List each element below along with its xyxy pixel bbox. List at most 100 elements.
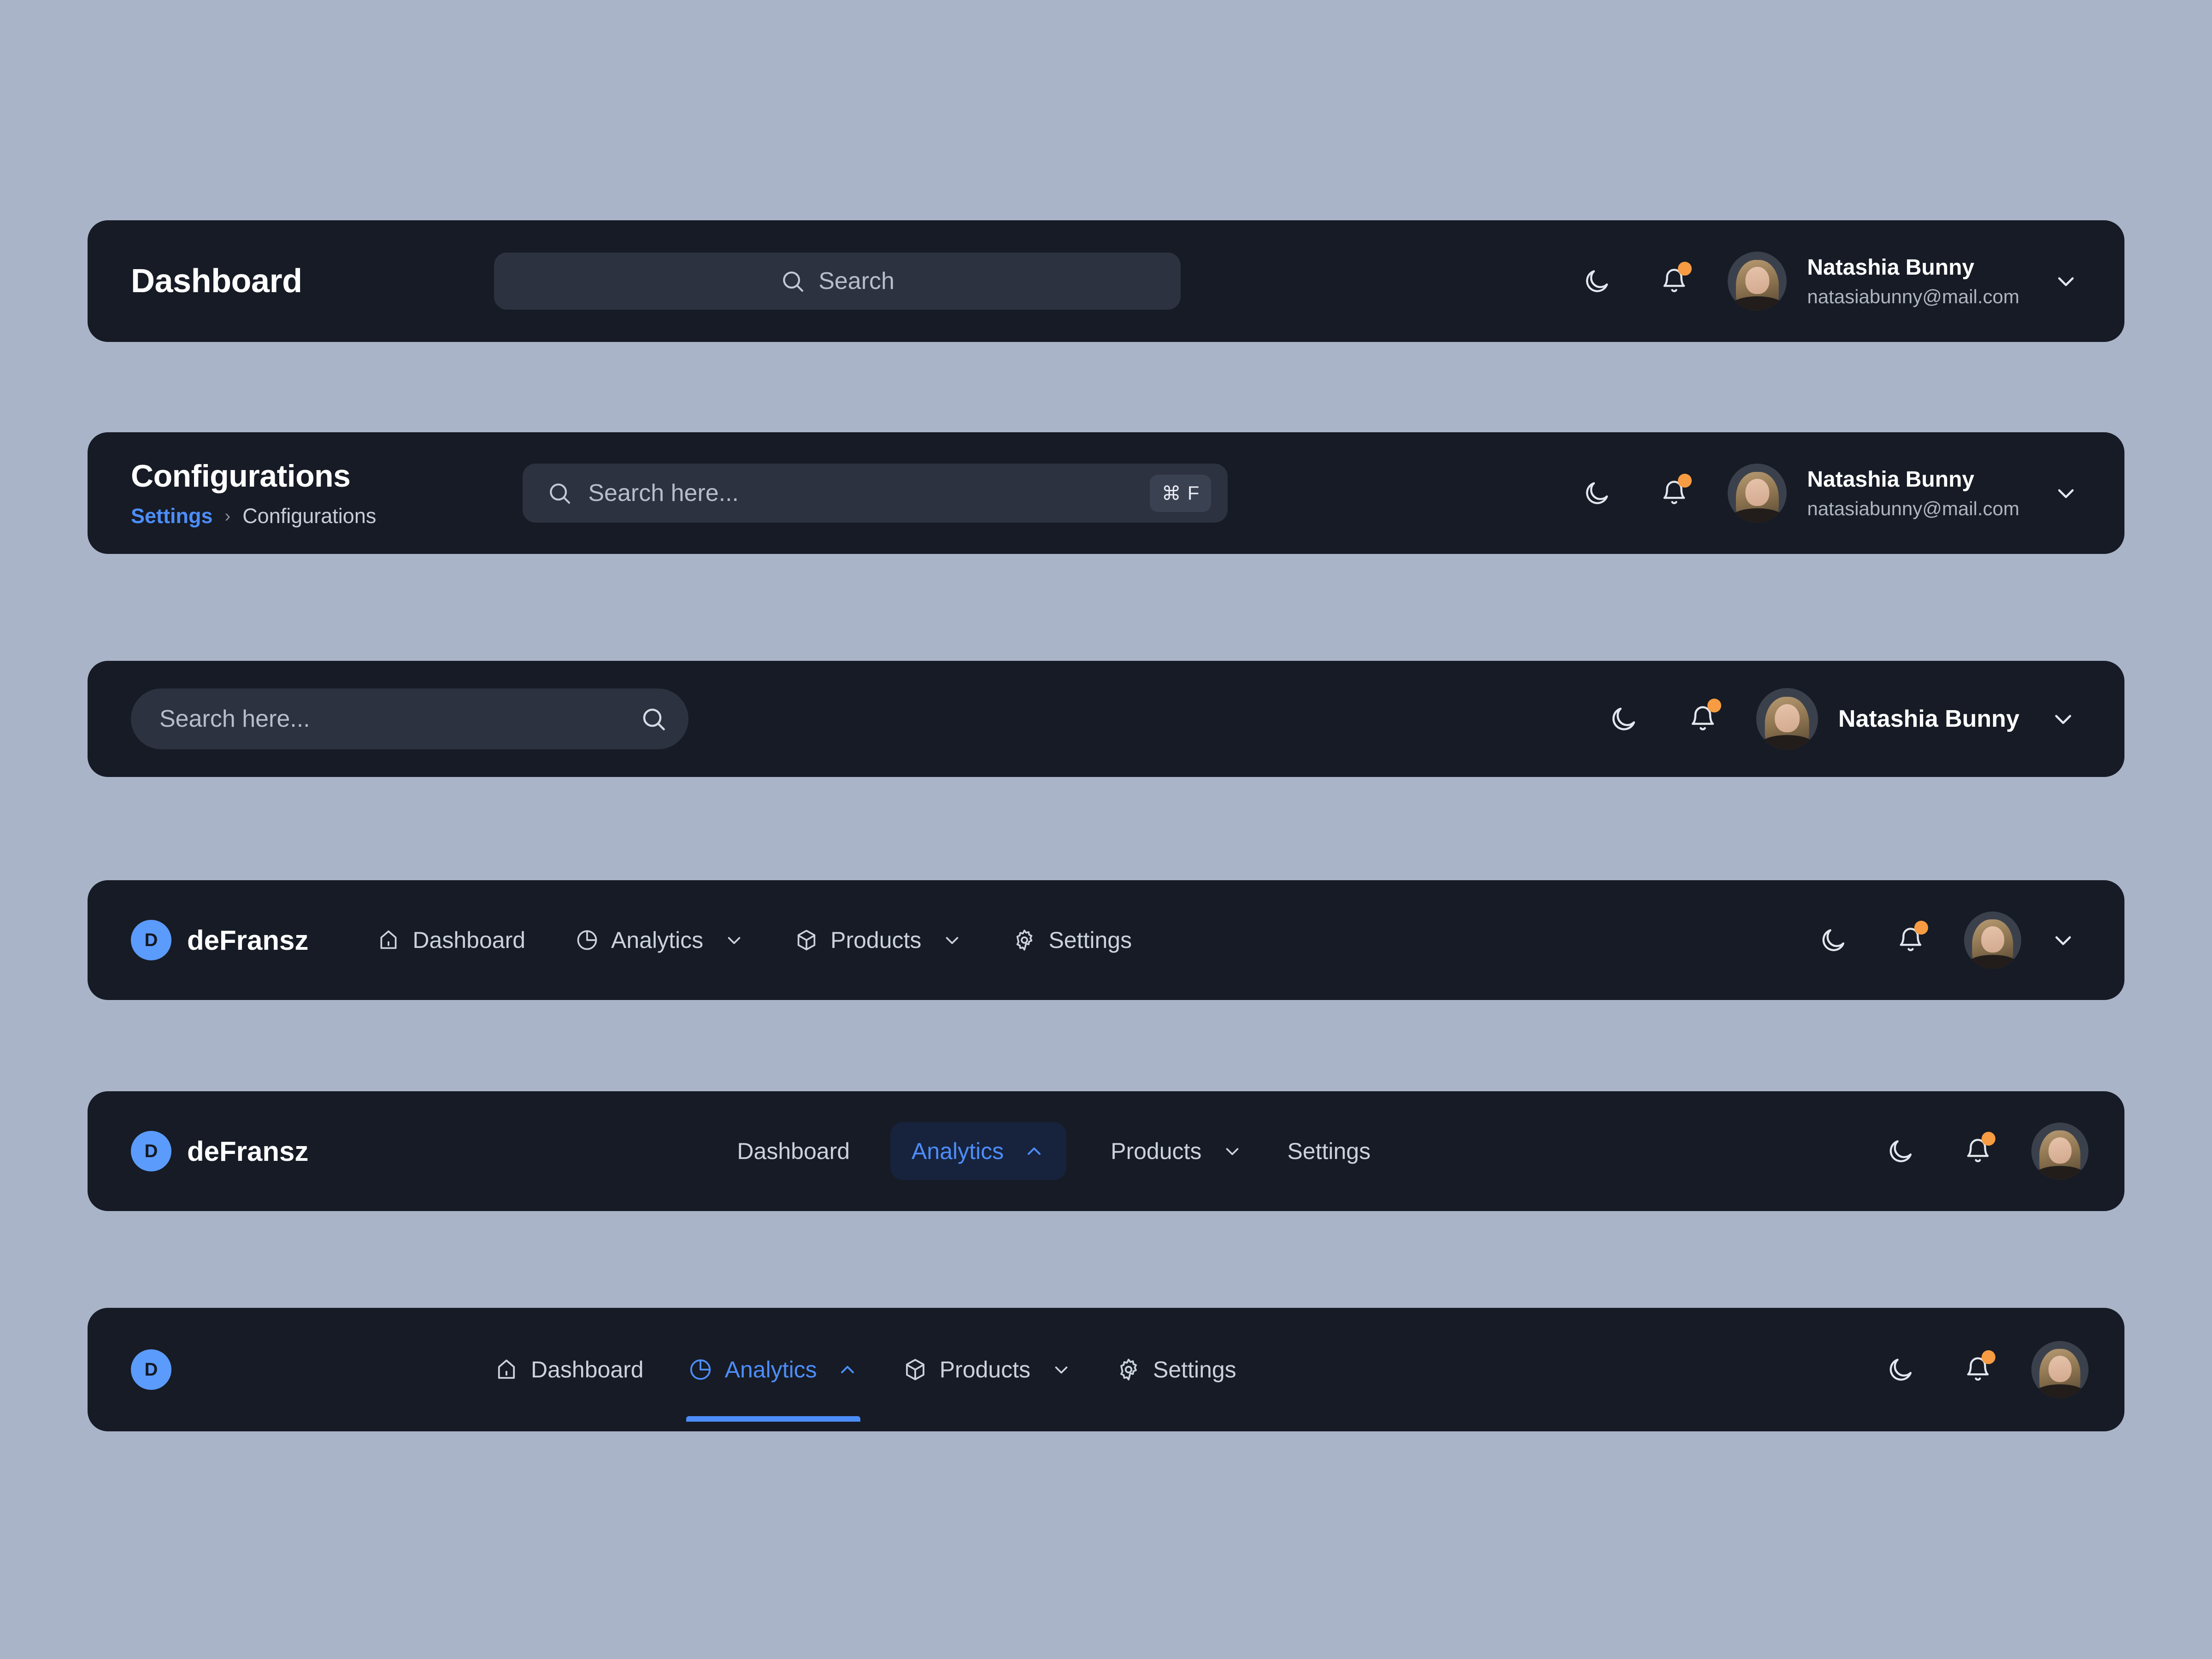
breadcrumb-current: Configurations: [242, 504, 377, 528]
user-name: Natashia Bunny: [1807, 467, 1975, 492]
nav-item-label: Dashboard: [412, 927, 526, 953]
avatar[interactable]: [1964, 912, 2021, 969]
avatar[interactable]: [1728, 464, 1787, 523]
main-menu: Dashboard Analytics Products Settings: [494, 1356, 1236, 1422]
page-title: Configurations: [131, 459, 351, 494]
home-icon: [377, 928, 400, 952]
dark-mode-toggle[interactable]: [1596, 691, 1651, 747]
gear-icon: [1116, 1357, 1141, 1382]
notifications-button[interactable]: [1675, 691, 1730, 747]
nav-item-dashboard[interactable]: Dashboard: [494, 1356, 644, 1383]
navbar-configurations: Configurations Settings › Configurations…: [88, 432, 2124, 554]
dark-mode-toggle[interactable]: [1569, 465, 1624, 521]
user-info: Natashia Bunny natasiabunny@mail.com: [1807, 467, 2019, 520]
search-input[interactable]: Search here...: [131, 688, 688, 749]
avatar[interactable]: [2031, 1341, 2088, 1398]
brand-logo-icon: D: [131, 1349, 171, 1390]
user-menu-chevron[interactable]: [2041, 256, 2091, 306]
user-info: Natashia Bunny natasiabunny@mail.com: [1807, 255, 2019, 308]
notifications-button[interactable]: [1647, 253, 1702, 309]
chevron-down-icon: [1222, 1141, 1243, 1162]
pie-chart-icon: [575, 928, 599, 952]
search-icon: [547, 480, 572, 506]
brand-name: deFransz: [187, 924, 309, 956]
user-name: Natashia Bunny: [1807, 255, 1975, 280]
nav-item-dashboard[interactable]: Dashboard: [377, 927, 525, 953]
notifications-button[interactable]: [1647, 465, 1702, 521]
nav-item-analytics[interactable]: Analytics: [890, 1122, 1067, 1180]
navbar-centered-pill: D deFransz Dashboard Analytics Products: [88, 1091, 2124, 1211]
chevron-up-icon: [1023, 1140, 1045, 1162]
brand[interactable]: D: [131, 1349, 171, 1390]
dark-mode-toggle[interactable]: [1873, 1342, 1928, 1397]
chevron-up-icon: [836, 1359, 859, 1381]
brand[interactable]: D deFransz: [131, 1131, 308, 1171]
nav-item-label: Analytics: [724, 1357, 817, 1382]
page-title: Dashboard: [131, 263, 302, 300]
search-placeholder: Search here...: [588, 480, 739, 506]
shortcut-key: F: [1187, 482, 1200, 504]
search-icon[interactable]: [640, 705, 667, 733]
cube-icon: [794, 928, 818, 952]
nav-item-label: Settings: [1153, 1357, 1236, 1382]
notification-badge: [1982, 1132, 1995, 1146]
avatar[interactable]: [1728, 252, 1787, 311]
notification-badge: [1678, 262, 1692, 276]
user-menu-chevron[interactable]: [2041, 468, 2091, 518]
avatar[interactable]: [1756, 688, 1818, 750]
chevron-down-icon: [1051, 1359, 1072, 1380]
nav-item-settings[interactable]: Settings: [1116, 1356, 1236, 1383]
brand[interactable]: D deFransz: [131, 920, 308, 960]
nav-item-label: Analytics: [912, 1138, 1004, 1164]
shortcut-modifier: ⌘: [1161, 482, 1181, 504]
dark-mode-toggle[interactable]: [1569, 253, 1624, 309]
notification-badge: [1982, 1350, 1995, 1364]
user-email: natasiabunny@mail.com: [1807, 285, 2019, 307]
notification-badge: [1914, 921, 1928, 935]
nav-item-products[interactable]: Products: [903, 1356, 1072, 1383]
chevron-down-icon: [941, 930, 963, 951]
search-placeholder: Search: [818, 268, 894, 294]
nav-item-dashboard[interactable]: Dashboard: [737, 1138, 850, 1165]
nav-item-analytics[interactable]: Analytics: [686, 1356, 860, 1422]
notification-badge: [1707, 699, 1722, 712]
navbar-actions: [1873, 1341, 2088, 1398]
nav-item-label: Settings: [1287, 1138, 1371, 1164]
nav-item-label: Products: [830, 927, 922, 953]
navbar-search-left: Search here... Natashia Bunny: [88, 661, 2124, 777]
pie-chart-icon: [688, 1357, 713, 1382]
main-menu: Dashboard Analytics Products Settings: [737, 1122, 1371, 1180]
nav-item-label: Dashboard: [737, 1138, 850, 1164]
nav-item-label: Analytics: [611, 927, 704, 953]
navbar-brand-menu: D deFransz Dashboard Analytics Products …: [88, 880, 2124, 1000]
notifications-button[interactable]: [1950, 1124, 2006, 1179]
user-menu-chevron[interactable]: [2038, 694, 2088, 744]
nav-item-label: Products: [1111, 1138, 1202, 1164]
main-menu: Dashboard Analytics Products Settings: [377, 927, 1132, 953]
navbar-dashboard: Dashboard Search Natashia Bunny natasiab…: [88, 220, 2124, 342]
nav-item-settings[interactable]: Settings: [1287, 1138, 1371, 1165]
nav-item-label: Settings: [1048, 927, 1132, 953]
home-icon: [494, 1357, 519, 1382]
active-tab-indicator: [686, 1416, 860, 1422]
title-block: Configurations Settings › Configurations: [131, 458, 376, 528]
dark-mode-toggle[interactable]: [1873, 1124, 1928, 1179]
brand-logo-icon: D: [131, 1131, 171, 1171]
breadcrumb-separator-icon: ›: [224, 506, 231, 526]
nav-item-settings[interactable]: Settings: [1012, 927, 1132, 953]
navbar-actions: [1806, 912, 2088, 969]
search-icon: [780, 268, 806, 294]
notifications-button[interactable]: [1883, 912, 1938, 968]
search-input[interactable]: Search: [494, 253, 1181, 310]
nav-item-products[interactable]: Products: [794, 927, 963, 953]
search-input[interactable]: Search here... ⌘ F: [523, 464, 1228, 523]
avatar[interactable]: [2031, 1123, 2088, 1180]
search-placeholder: Search here...: [159, 706, 310, 732]
notifications-button[interactable]: [1950, 1342, 2006, 1397]
user-menu-chevron[interactable]: [2038, 915, 2088, 965]
dark-mode-toggle[interactable]: [1806, 912, 1861, 968]
breadcrumb-link-settings[interactable]: Settings: [131, 504, 213, 528]
nav-item-products[interactable]: Products: [1111, 1138, 1243, 1165]
navbar-actions: Natashia Bunny natasiabunny@mail.com: [1569, 252, 2091, 311]
nav-item-analytics[interactable]: Analytics: [575, 927, 745, 953]
